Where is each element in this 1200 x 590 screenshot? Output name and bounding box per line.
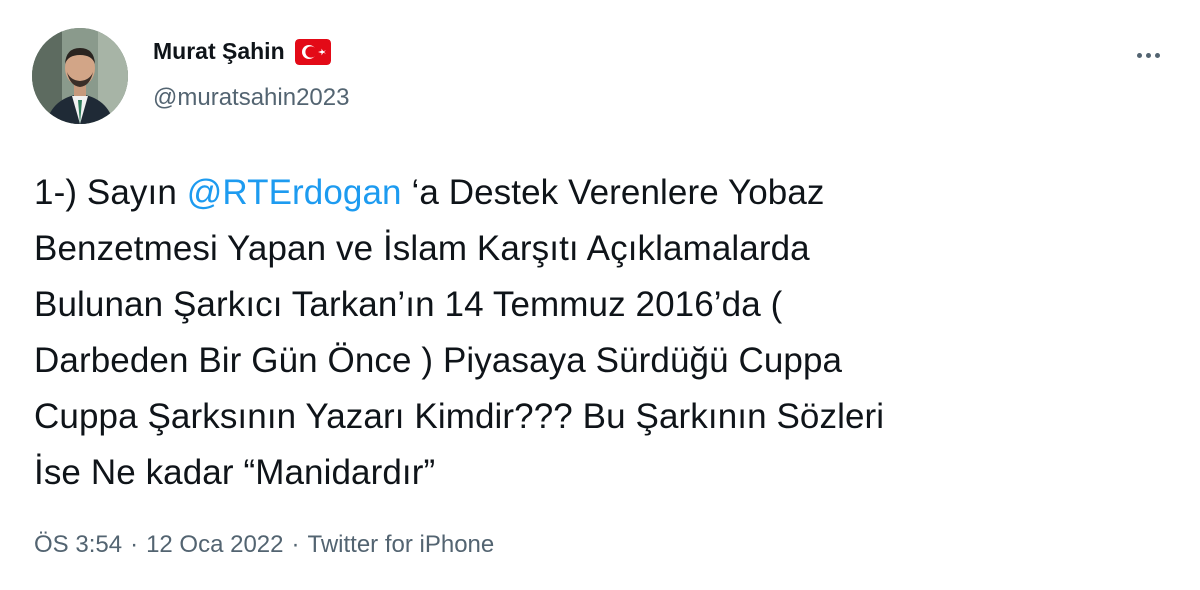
mention-link[interactable]: @RTErdogan — [187, 173, 402, 212]
avatar[interactable] — [32, 28, 128, 124]
tweet-text-segment: 1-) Sayın — [34, 173, 187, 212]
tweet-source-link[interactable]: Twitter for iPhone — [308, 531, 495, 559]
meta-separator: · — [291, 531, 300, 558]
more-options-icon[interactable] — [1128, 40, 1168, 70]
avatar-photo — [32, 28, 128, 124]
tweet-text-line: Cuppa Şarksının Yazarı Kimdir??? Bu Şark… — [34, 397, 885, 436]
author-name-row[interactable]: Murat Şahin — [153, 38, 331, 65]
tweet-text: 1-) Sayın @RTErdogan ‘a Destek Verenlere… — [34, 165, 1174, 501]
author-handle[interactable]: @muratsahin2023 — [153, 84, 349, 112]
tweet-meta: ÖS 3:54 · 12 Oca 2022 · Twitter for iPho… — [34, 531, 494, 559]
tweet-text-line: 1-) Sayın @RTErdogan ‘a Destek Verenlere… — [34, 165, 1174, 221]
meta-separator: · — [130, 531, 139, 558]
tweet-date[interactable]: 12 Oca 2022 — [146, 531, 283, 559]
tweet-time[interactable]: ÖS 3:54 — [34, 531, 122, 559]
turkey-flag-icon — [294, 38, 331, 65]
tweet-text-line: Benzetmesi Yapan ve İslam Karşıtı Açıkla… — [34, 229, 810, 268]
tweet-text-segment: ‘a Destek Verenlere Yobaz — [401, 173, 825, 212]
author-display-name[interactable]: Murat Şahin — [153, 38, 285, 65]
tweet-text-line: Darbeden Bir Gün Önce ) Piyasaya Sürdüğü… — [34, 341, 843, 380]
tweet-text-line: İse Ne kadar “Manidardır” — [34, 453, 436, 492]
tweet-text-line: Bulunan Şarkıcı Tarkan’ın 14 Temmuz 2016… — [34, 285, 783, 324]
